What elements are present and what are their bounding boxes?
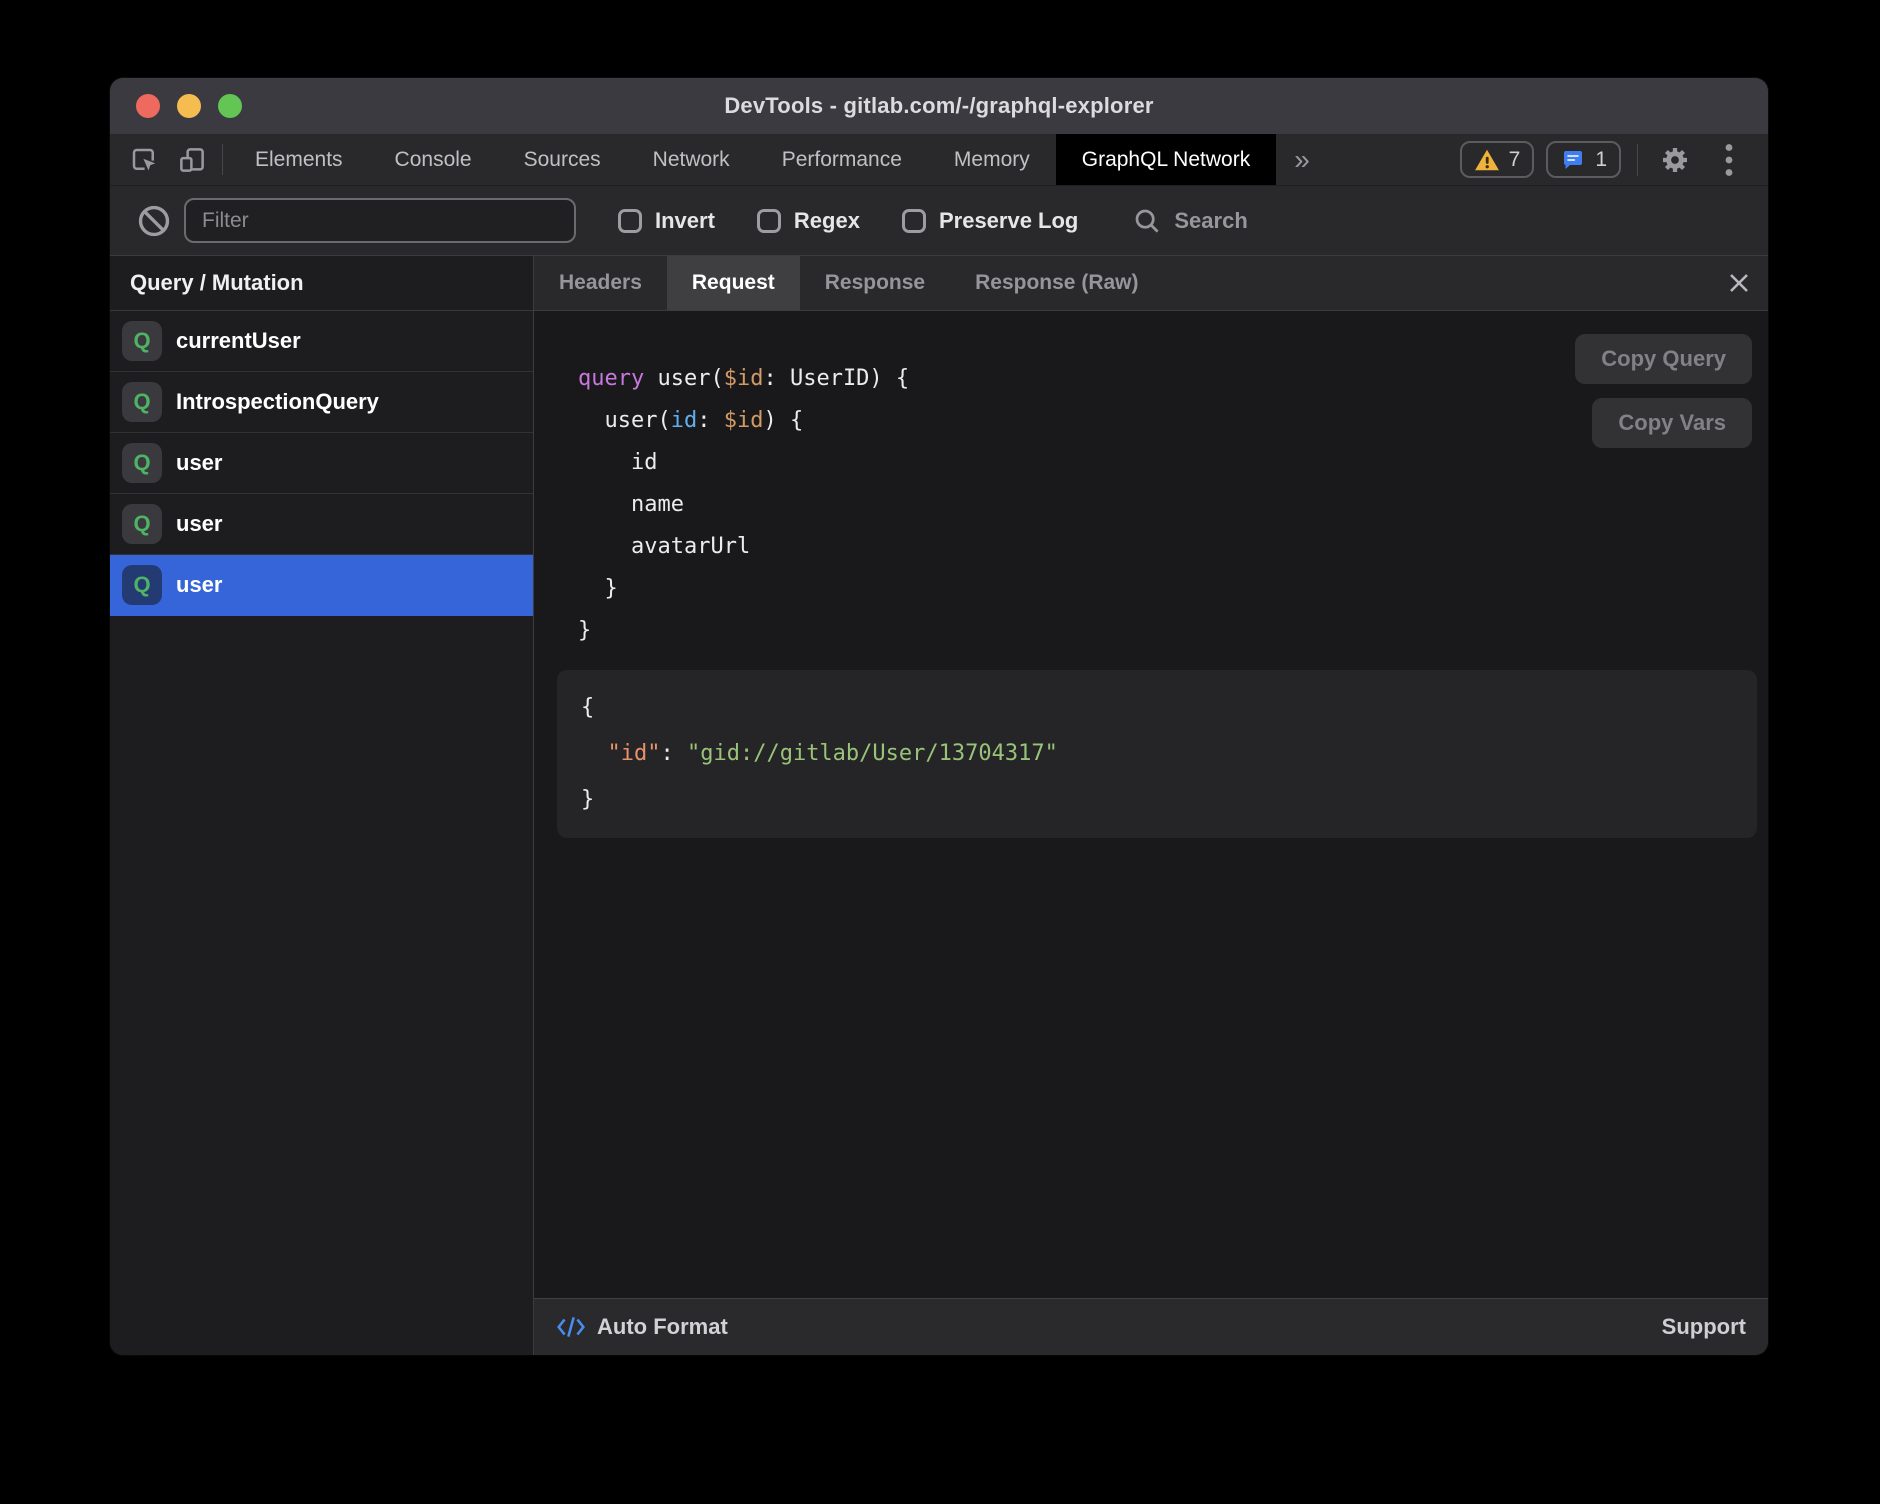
- message-count: 1: [1595, 148, 1607, 172]
- content-area: Query / Mutation Q currentUser Q Introsp…: [110, 256, 1768, 1355]
- auto-format-button[interactable]: Auto Format: [556, 1314, 728, 1340]
- warning-icon: [1474, 148, 1500, 172]
- query-item-label: user: [176, 511, 222, 537]
- auto-format-label: Auto Format: [597, 1314, 728, 1340]
- regex-checkbox-group[interactable]: Regex: [757, 208, 860, 234]
- search-control[interactable]: Search: [1132, 206, 1247, 236]
- regex-checkbox[interactable]: [757, 209, 781, 233]
- query-type-badge: Q: [122, 565, 162, 605]
- query-item-label: user: [176, 450, 222, 476]
- toolbar-separator: [222, 144, 223, 175]
- copy-vars-button[interactable]: Copy Vars: [1592, 398, 1752, 448]
- filter-input[interactable]: [184, 198, 576, 243]
- tab-elements[interactable]: Elements: [229, 134, 369, 185]
- close-window-button[interactable]: [136, 94, 160, 118]
- settings-button[interactable]: [1654, 139, 1696, 181]
- issues-message-badge[interactable]: 1: [1546, 141, 1621, 178]
- close-detail-button[interactable]: [1710, 256, 1768, 310]
- close-icon: [1727, 271, 1751, 295]
- invert-checkbox[interactable]: [618, 209, 642, 233]
- query-item-label: user: [176, 572, 222, 598]
- support-link[interactable]: Support: [1662, 1314, 1746, 1340]
- detail-footer: Auto Format Support: [534, 1298, 1768, 1355]
- zoom-window-button[interactable]: [218, 94, 242, 118]
- kebab-menu-button[interactable]: [1708, 139, 1750, 181]
- block-icon: [137, 204, 171, 238]
- warning-count: 7: [1509, 148, 1521, 172]
- copy-query-button[interactable]: Copy Query: [1575, 334, 1752, 384]
- preserve-log-label: Preserve Log: [939, 208, 1078, 234]
- devtools-window: DevTools - gitlab.com/-/graphql-explorer…: [110, 78, 1768, 1355]
- query-type-badge: Q: [122, 321, 162, 361]
- graphql-variables-block: { "id": "gid://gitlab/User/13704317"}: [557, 670, 1757, 838]
- preserve-log-checkbox-group[interactable]: Preserve Log: [902, 208, 1078, 234]
- issues-warning-badge[interactable]: 7: [1460, 141, 1535, 178]
- search-icon: [1132, 206, 1162, 236]
- inspect-cursor-icon: [129, 145, 159, 175]
- tab-console[interactable]: Console: [369, 134, 498, 185]
- query-list-item-currentuser[interactable]: Q currentUser: [110, 311, 533, 372]
- query-list-header: Query / Mutation: [110, 256, 533, 311]
- query-list-item-introspectionquery[interactable]: Q IntrospectionQuery: [110, 372, 533, 433]
- toolbar-right-separator: [1637, 144, 1638, 176]
- tab-performance[interactable]: Performance: [756, 134, 928, 185]
- auto-format-icon: [556, 1314, 586, 1340]
- inspect-element-button[interactable]: [120, 134, 168, 185]
- tab-response[interactable]: Response: [800, 256, 950, 310]
- minimize-window-button[interactable]: [177, 94, 201, 118]
- more-tabs-button[interactable]: »: [1276, 134, 1328, 185]
- titlebar: DevTools - gitlab.com/-/graphql-explorer: [110, 78, 1768, 134]
- query-list-item-user-3-selected[interactable]: Q user: [110, 555, 533, 616]
- filter-bar: Invert Regex Preserve Log Search: [110, 186, 1768, 256]
- clear-requests-button[interactable]: [132, 199, 176, 243]
- window-title: DevTools - gitlab.com/-/graphql-explorer: [724, 93, 1153, 119]
- tab-response-raw[interactable]: Response (Raw): [950, 256, 1163, 310]
- invert-label: Invert: [655, 208, 715, 234]
- panel-tabs: Elements Console Sources Network Perform…: [229, 134, 1276, 185]
- query-list-item-user-2[interactable]: Q user: [110, 494, 533, 555]
- devtools-toolbar: Elements Console Sources Network Perform…: [110, 134, 1768, 186]
- regex-label: Regex: [794, 208, 860, 234]
- request-view: Copy Query Copy Vars query user($id: Use…: [534, 311, 1768, 1298]
- tab-graphql-network[interactable]: GraphQL Network: [1056, 134, 1276, 185]
- traffic-lights: [136, 78, 242, 134]
- request-detail-panel: Headers Request Response Response (Raw) …: [534, 256, 1768, 1355]
- tab-network[interactable]: Network: [627, 134, 756, 185]
- tab-memory[interactable]: Memory: [928, 134, 1056, 185]
- tab-sources[interactable]: Sources: [498, 134, 627, 185]
- kebab-menu-icon: [1724, 143, 1734, 177]
- chat-bubble-icon: [1560, 148, 1586, 172]
- device-toolbar-icon: [177, 145, 207, 175]
- tab-headers[interactable]: Headers: [534, 256, 667, 310]
- query-item-label: currentUser: [176, 328, 301, 354]
- gear-icon: [1659, 144, 1691, 176]
- query-list-item-user-1[interactable]: Q user: [110, 433, 533, 494]
- query-type-badge: Q: [122, 382, 162, 422]
- toggle-device-toolbar-button[interactable]: [168, 134, 216, 185]
- detail-tab-bar: Headers Request Response Response (Raw): [534, 256, 1768, 311]
- search-label: Search: [1174, 208, 1247, 234]
- query-type-badge: Q: [122, 443, 162, 483]
- query-list-panel: Query / Mutation Q currentUser Q Introsp…: [110, 256, 534, 1355]
- invert-checkbox-group[interactable]: Invert: [618, 208, 715, 234]
- query-type-badge: Q: [122, 504, 162, 544]
- query-item-label: IntrospectionQuery: [176, 389, 379, 415]
- tab-request[interactable]: Request: [667, 256, 800, 310]
- preserve-log-checkbox[interactable]: [902, 209, 926, 233]
